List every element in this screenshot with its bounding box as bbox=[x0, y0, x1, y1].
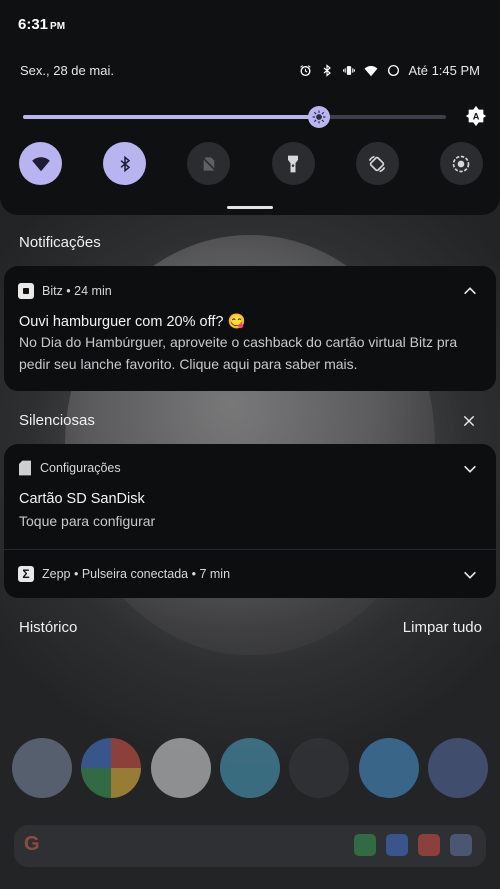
status-icons: Até 1:45 PM bbox=[298, 63, 480, 78]
brightness-thumb[interactable] bbox=[308, 106, 331, 128]
notification-meta: Zepp • Pulseira conectada • 7 min bbox=[42, 567, 231, 581]
notification-divider bbox=[4, 549, 496, 550]
brightness-slider[interactable] bbox=[23, 106, 446, 128]
auto-rotate-tile[interactable] bbox=[355, 142, 399, 185]
folder-app-icon bbox=[427, 738, 488, 798]
notification-app-row: Bitz • 24 min bbox=[18, 283, 112, 299]
camera-app-icon bbox=[12, 738, 72, 798]
google-g-icon: G bbox=[24, 833, 40, 855]
bluetooth-tile-icon bbox=[120, 155, 130, 172]
alarm-text: Até 1:45 PM bbox=[408, 63, 480, 78]
t-app-icon bbox=[289, 738, 350, 798]
expand-chevron-icon[interactable] bbox=[462, 461, 478, 477]
sd-card-icon bbox=[18, 460, 32, 476]
flashlight-tile[interactable] bbox=[271, 142, 315, 185]
home-dock bbox=[12, 738, 488, 798]
play-store-icon bbox=[354, 834, 376, 856]
alexa-app-icon bbox=[219, 738, 280, 798]
search-tools bbox=[354, 834, 472, 856]
notification-card-bitz[interactable]: Bitz • 24 min Ouvi hamburguer com 20% of… bbox=[4, 266, 496, 391]
collapse-chevron-icon[interactable] bbox=[462, 283, 478, 299]
vibrate-icon bbox=[342, 64, 356, 78]
bluetooth-icon bbox=[320, 64, 334, 78]
telegram-app-icon bbox=[358, 738, 419, 798]
quick-settings-panel: 6:31 PM Sex., 28 de mai. Até 1:45 PM A bbox=[0, 0, 500, 215]
notifications-header: Notificações bbox=[19, 234, 101, 251]
assistant-icon bbox=[386, 834, 408, 856]
brightness-fill bbox=[23, 115, 320, 119]
wifi-tile[interactable] bbox=[19, 142, 62, 185]
silent-header: Silenciosas bbox=[19, 412, 95, 429]
auto-brightness-icon[interactable]: A bbox=[465, 105, 487, 127]
bitz-app-icon bbox=[18, 283, 34, 299]
date-label: Sex., 28 de mai. bbox=[20, 63, 114, 78]
quick-tiles-row bbox=[19, 142, 483, 185]
lens-app-icon bbox=[150, 738, 211, 798]
notification-meta: Configurações bbox=[40, 461, 121, 475]
sim-tile[interactable] bbox=[187, 142, 231, 185]
drag-handle[interactable] bbox=[227, 206, 273, 209]
notification-title: Cartão SD SanDisk bbox=[19, 491, 145, 507]
expand-chevron-icon[interactable] bbox=[462, 567, 478, 583]
notification-meta: Bitz • 24 min bbox=[42, 284, 112, 298]
dismiss-silent-icon[interactable] bbox=[462, 414, 476, 428]
clear-all-button[interactable]: Limpar tudo bbox=[403, 619, 482, 636]
history-button[interactable]: Histórico bbox=[19, 619, 77, 636]
dnd-icon bbox=[386, 64, 400, 78]
notification-body: No Dia do Hambúrguer, aproveite o cashba… bbox=[19, 334, 458, 372]
clock: 6:31 PM bbox=[18, 16, 66, 33]
zepp-app-row[interactable]: Σ Zepp • Pulseira conectada • 7 min bbox=[18, 566, 230, 582]
silent-notifications-group: Configurações Cartão SD SanDisk Toque pa… bbox=[4, 444, 496, 598]
google-search-bar: G bbox=[14, 825, 486, 867]
flashlight-icon bbox=[288, 155, 299, 172]
wifi-icon bbox=[364, 64, 378, 78]
settings-app-row: Configurações bbox=[18, 460, 121, 476]
photos-app-icon bbox=[81, 738, 142, 798]
notification-body: Toque para configurar bbox=[19, 513, 156, 529]
bluetooth-tile[interactable] bbox=[103, 142, 147, 185]
calendar-icon bbox=[450, 834, 472, 856]
rotate-icon bbox=[369, 155, 386, 172]
lens-icon bbox=[418, 834, 440, 856]
screen-record-icon bbox=[453, 155, 470, 172]
notification-title: Ouvi hamburguer com 20% off? 😋 bbox=[19, 314, 246, 330]
svg-text:A: A bbox=[473, 112, 480, 122]
wifi-tile-icon bbox=[31, 156, 50, 171]
no-sim-icon bbox=[202, 156, 216, 171]
zepp-app-icon: Σ bbox=[18, 566, 34, 582]
screen-record-tile[interactable] bbox=[439, 142, 483, 185]
alarm-icon bbox=[298, 64, 312, 78]
